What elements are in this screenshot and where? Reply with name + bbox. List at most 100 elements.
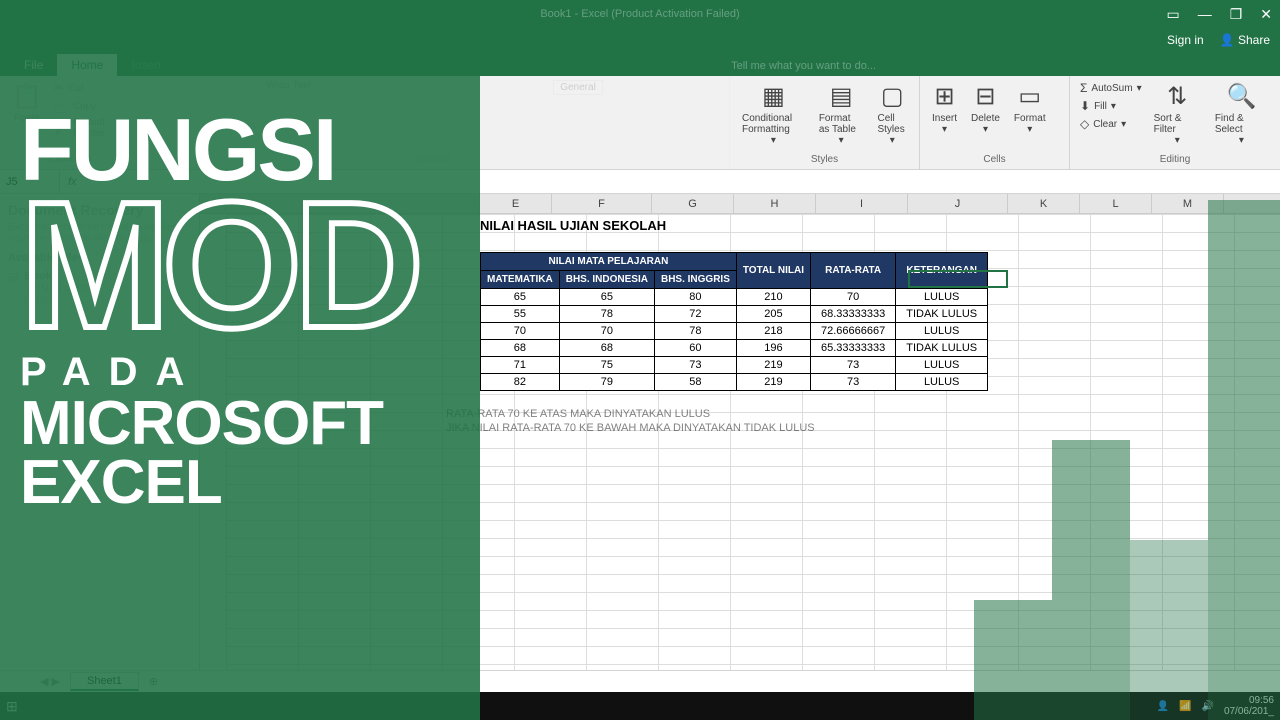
cell[interactable]: 73 xyxy=(810,357,895,374)
recovery-file-item[interactable]: ▤ Book1 Version created 02/08/... xyxy=(8,270,191,306)
table-row[interactable]: 65658021070LULUS xyxy=(481,289,988,306)
cell[interactable]: TIDAK LULUS xyxy=(896,306,988,323)
cell[interactable]: 55 xyxy=(481,306,560,323)
taskbar-date: 07/06/201_ xyxy=(1224,706,1274,717)
format-as-table-button[interactable]: ▤Format as Table▾ xyxy=(815,80,868,148)
spreadsheet-grid[interactable]: E F G H I J K L M NILAI HASIL UJIAN SEKO… xyxy=(200,194,1280,670)
cell[interactable]: LULUS xyxy=(896,289,988,306)
cut-button[interactable]: ✂Cut xyxy=(52,80,131,96)
group-styles-label: Styles xyxy=(738,154,911,165)
name-box[interactable]: J5 xyxy=(0,170,60,193)
cell[interactable]: 60 xyxy=(654,340,736,357)
format-painter-button[interactable]: 🖌Format Painter xyxy=(52,116,131,140)
window-title: Book1 - Excel (Product Activation Failed… xyxy=(540,8,739,20)
copy-button[interactable]: 📄Copy xyxy=(52,98,131,114)
cell[interactable]: 71 xyxy=(481,357,560,374)
cell[interactable]: 70 xyxy=(559,323,654,340)
cell[interactable]: 70 xyxy=(481,323,560,340)
cell[interactable]: 210 xyxy=(736,289,810,306)
tray-volume-icon[interactable]: 🔊 xyxy=(1201,701,1213,712)
cell[interactable]: 65 xyxy=(559,289,654,306)
cell[interactable]: 196 xyxy=(736,340,810,357)
cell[interactable]: 65 xyxy=(481,289,560,306)
cell[interactable]: TIDAK LULUS xyxy=(896,340,988,357)
cell[interactable]: 82 xyxy=(481,374,560,391)
signin-link[interactable]: Sign in xyxy=(1167,33,1204,47)
cell[interactable]: 205 xyxy=(736,306,810,323)
cell[interactable]: LULUS xyxy=(896,357,988,374)
cell[interactable]: 65.33333333 xyxy=(810,340,895,357)
header-matematika: MATEMATIKA xyxy=(481,271,560,289)
note-tidak-lulus: JIKA NILAI RATA-RATA 70 KE BAWAH MAKA DI… xyxy=(446,422,815,434)
cell[interactable]: 78 xyxy=(559,306,654,323)
table-row[interactable]: 55787220568.33333333TIDAK LULUS xyxy=(481,306,988,323)
fill-button[interactable]: ⬇Fill ▾ xyxy=(1078,98,1144,114)
insert-cells-button[interactable]: ⊞Insert▾ xyxy=(928,80,961,137)
cell[interactable]: 219 xyxy=(736,357,810,374)
taskbar-time: 09:56 xyxy=(1249,695,1274,706)
cell-styles-button[interactable]: ▢Cell Styles▾ xyxy=(873,80,911,148)
cell[interactable]: 72.66666667 xyxy=(810,323,895,340)
cell[interactable]: 78 xyxy=(654,323,736,340)
table-row[interactable]: 68686019665.33333333TIDAK LULUS xyxy=(481,340,988,357)
cell[interactable]: 70 xyxy=(810,289,895,306)
delete-cells-button[interactable]: ⊟Delete▾ xyxy=(967,80,1004,137)
conditional-formatting-button[interactable]: ▦Conditional Formatting▾ xyxy=(738,80,809,148)
cell[interactable]: 68.33333333 xyxy=(810,306,895,323)
minimize-icon[interactable]: — xyxy=(1198,6,1212,22)
cell[interactable]: 73 xyxy=(810,374,895,391)
cell[interactable]: LULUS xyxy=(896,323,988,340)
fx-icon[interactable]: fx xyxy=(60,176,85,188)
cell[interactable]: LULUS xyxy=(896,374,988,391)
group-editing-label: Editing xyxy=(1078,154,1272,165)
cell[interactable]: 73 xyxy=(654,357,736,374)
group-number-label: Number xyxy=(148,154,721,165)
available-files-label: Available Files xyxy=(8,252,191,264)
recovery-text: Excel has recovered the following files.… xyxy=(8,222,191,244)
share-button[interactable]: 👤 Share xyxy=(1220,33,1270,47)
cell[interactable]: 75 xyxy=(559,357,654,374)
column-headers: E F G H I J K L M xyxy=(200,194,1280,214)
tab-insert[interactable]: Insert xyxy=(117,54,175,76)
ribbon-options-icon[interactable]: ▭ xyxy=(1166,6,1179,23)
sort-filter-button[interactable]: ⇅Sort & Filter▾ xyxy=(1150,80,1205,148)
restore-icon[interactable]: ❐ xyxy=(1230,6,1243,23)
table-row[interactable]: 71757321973LULUS xyxy=(481,357,988,374)
sheet-tab-1[interactable]: Sheet1 xyxy=(70,672,139,691)
tray-user-icon[interactable]: 👤 xyxy=(1157,701,1169,712)
start-button[interactable]: ⊞ xyxy=(6,698,18,715)
tab-file[interactable]: File xyxy=(10,54,57,76)
ribbon: 📋Paste ✂Cut 📄Copy 🖌Format Painter Clipbo… xyxy=(0,76,1280,170)
sheet-title-cell[interactable]: NILAI HASIL UJIAN SEKOLAH xyxy=(480,218,666,233)
paste-button[interactable]: 📋Paste xyxy=(8,80,46,126)
note-lulus: RATA-RATA 70 KE ATAS MAKA DINYATAKAN LUL… xyxy=(446,408,815,420)
header-rata: RATA-RATA xyxy=(810,253,895,289)
header-total: TOTAL NILAI xyxy=(736,253,810,289)
cell[interactable]: 79 xyxy=(559,374,654,391)
add-sheet-button[interactable]: ⊕ xyxy=(139,675,168,688)
clear-button[interactable]: ◇Clear ▾ xyxy=(1078,116,1144,132)
header-indonesia: BHS. INDONESIA xyxy=(559,271,654,289)
number-format-dropdown[interactable]: General xyxy=(553,80,603,95)
tell-me-search[interactable]: Tell me what you want to do... xyxy=(727,56,880,76)
cell[interactable]: 72 xyxy=(654,306,736,323)
active-cell-indicator xyxy=(908,270,1008,288)
document-recovery-panel: Document Recovery Excel has recovered th… xyxy=(0,194,200,670)
cell[interactable]: 68 xyxy=(481,340,560,357)
format-cells-button[interactable]: ▭Format▾ xyxy=(1010,80,1050,137)
cell[interactable]: 68 xyxy=(559,340,654,357)
find-select-button[interactable]: 🔍Find & Select▾ xyxy=(1211,80,1272,148)
tab-home[interactable]: Home xyxy=(57,54,117,76)
cell[interactable]: 80 xyxy=(654,289,736,306)
table-row[interactable]: 82795821973LULUS xyxy=(481,374,988,391)
account-bar: Sign in 👤 Share xyxy=(0,28,1280,52)
autosum-button[interactable]: ΣAutoSum ▾ xyxy=(1078,80,1144,96)
cell[interactable]: 218 xyxy=(736,323,810,340)
wrap-text-button[interactable]: Wrap Text xyxy=(266,80,311,91)
sheet-tab-bar: ◀ ▶ Sheet1 ⊕ xyxy=(0,670,1280,692)
cell[interactable]: 219 xyxy=(736,374,810,391)
table-row[interactable]: 70707821872.66666667LULUS xyxy=(481,323,988,340)
cell[interactable]: 58 xyxy=(654,374,736,391)
close-icon[interactable]: ✕ xyxy=(1260,6,1272,23)
tray-network-icon[interactable]: 📶 xyxy=(1179,701,1191,712)
